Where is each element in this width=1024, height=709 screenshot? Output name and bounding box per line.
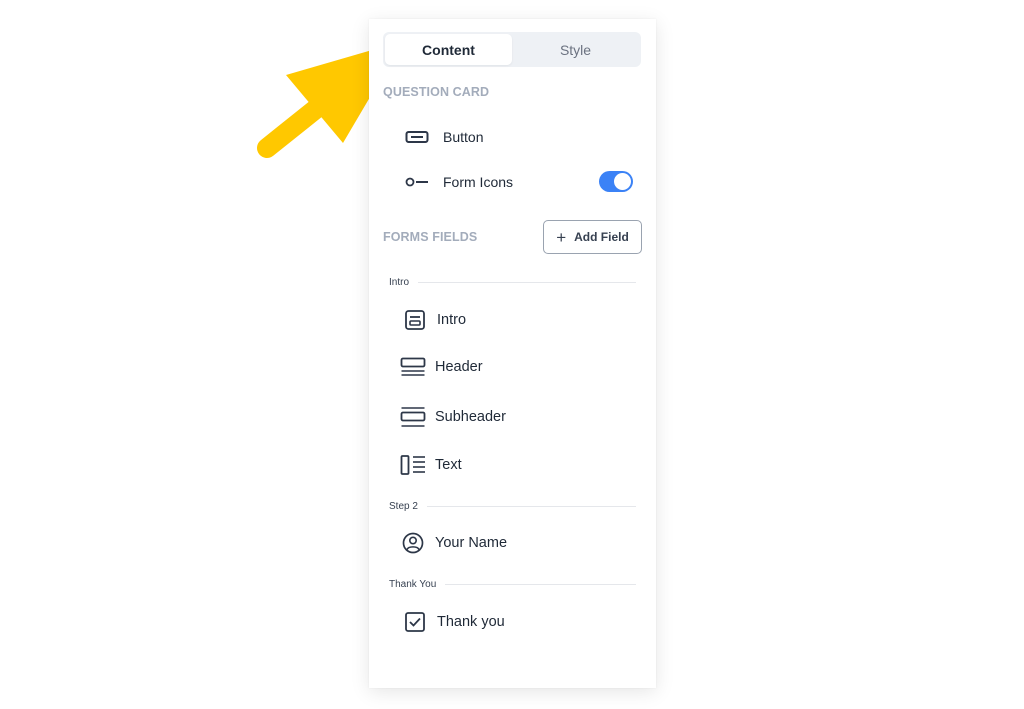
- page: Content Style QUESTION CARD Button Form …: [0, 0, 1024, 709]
- user-circle-icon: [400, 532, 426, 554]
- group-divider-step-2: Step 2: [389, 499, 636, 513]
- add-field-button[interactable]: + Add Field: [543, 220, 642, 254]
- field-label: Text: [435, 457, 462, 473]
- checkbox-icon: [402, 611, 428, 633]
- field-your-name[interactable]: Your Name: [400, 532, 507, 554]
- header-icon: [400, 357, 426, 377]
- group-divider-thank-you: Thank You: [389, 577, 636, 591]
- field-thank-you[interactable]: Thank you: [402, 611, 505, 633]
- field-label: Thank you: [437, 614, 505, 630]
- group-label: Intro: [389, 276, 410, 288]
- text-icon: [400, 454, 426, 476]
- editor-side-panel: Content Style QUESTION CARD Button Form …: [369, 19, 656, 688]
- question-card-heading: QUESTION CARD: [383, 85, 490, 99]
- subheader-icon: [400, 406, 426, 428]
- field-intro[interactable]: Intro: [402, 309, 466, 331]
- field-label: Intro: [437, 312, 467, 328]
- plus-icon: +: [556, 227, 567, 247]
- divider: [445, 583, 636, 585]
- group-label: Thank You: [389, 578, 437, 590]
- question-card-item-label: Button: [443, 129, 484, 145]
- field-label: Header: [435, 359, 483, 375]
- field-subheader[interactable]: Subheader: [400, 406, 506, 428]
- panel-tabs: Content Style: [383, 32, 641, 67]
- toggle-knob: [614, 173, 631, 190]
- field-text[interactable]: Text: [400, 454, 462, 476]
- field-label: Subheader: [435, 409, 506, 425]
- form-icons-toggle[interactable]: [599, 171, 633, 192]
- field-header[interactable]: Header: [400, 357, 483, 377]
- intro-icon: [402, 309, 428, 331]
- question-card-item-form-icons[interactable]: Form Icons: [405, 172, 513, 192]
- question-card-item-button[interactable]: Button: [405, 127, 483, 147]
- tab-content[interactable]: Content: [385, 34, 512, 65]
- add-field-label: Add Field: [574, 230, 629, 244]
- form-icons-icon: [405, 175, 429, 189]
- forms-fields-heading: FORMS FIELDS: [383, 230, 478, 244]
- tab-style[interactable]: Style: [512, 34, 639, 65]
- group-label: Step 2: [389, 500, 418, 512]
- divider: [426, 505, 636, 507]
- button-icon: [405, 130, 429, 144]
- group-divider-intro: Intro: [389, 275, 636, 289]
- question-card-item-label: Form Icons: [443, 174, 514, 190]
- field-label: Your Name: [435, 535, 508, 551]
- divider: [418, 281, 636, 283]
